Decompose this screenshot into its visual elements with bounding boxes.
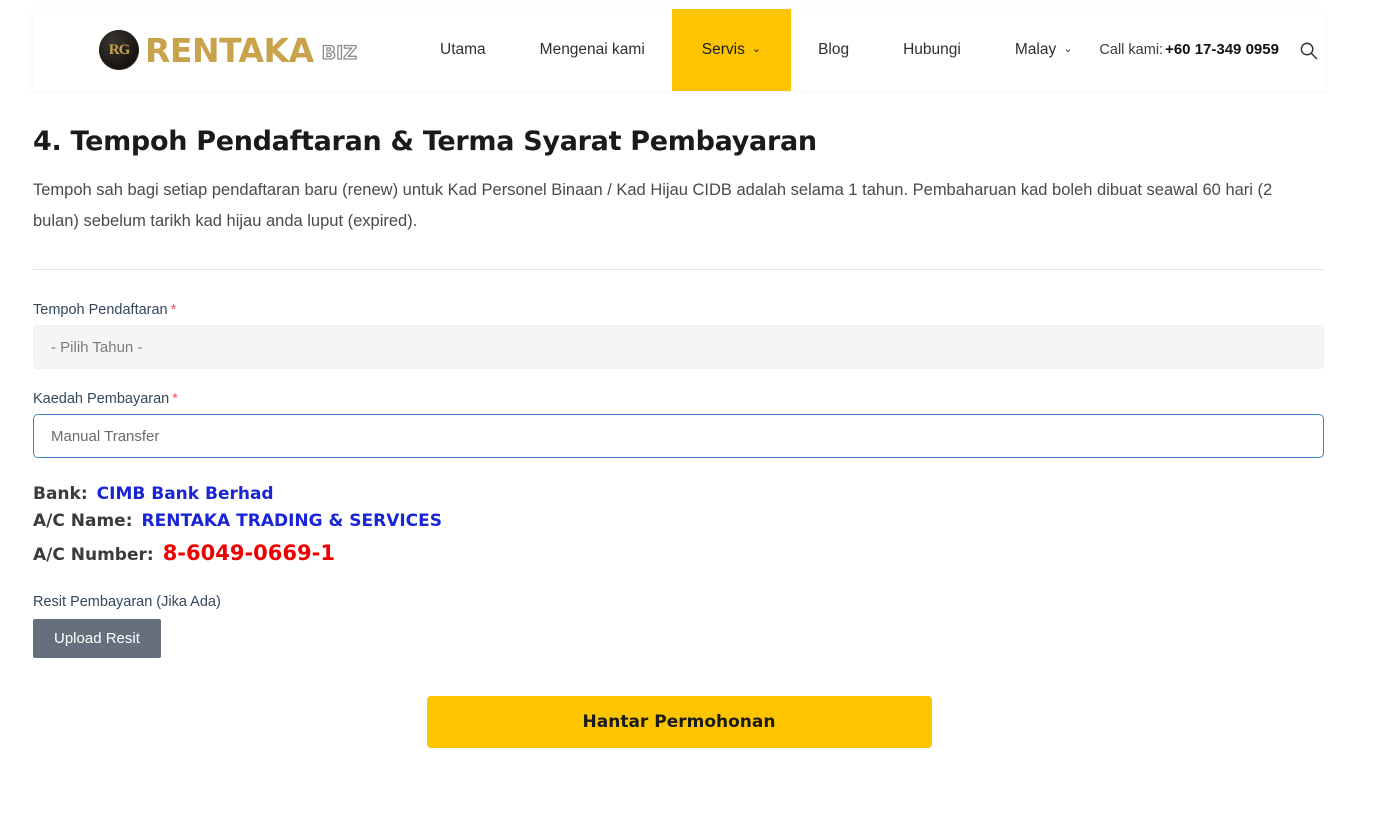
bank-value: RENTAKA TRADING & SERVICES xyxy=(141,511,443,532)
upload-section: Resit Pembayaran (Jika Ada) Upload Resit xyxy=(33,594,1325,659)
nav-item-utama[interactable]: Utama xyxy=(413,9,513,91)
bank-key: Bank: xyxy=(33,484,88,505)
chevron-down-icon: ⌄ xyxy=(751,42,762,55)
account-number-value: 8-6049-0669-1 xyxy=(162,541,335,566)
tempoh-selected-value: - Pilih Tahun - xyxy=(51,338,143,356)
nav-label: Blog xyxy=(818,41,850,58)
call-us-label: Call kami: xyxy=(1099,42,1164,58)
page-title: 4. Tempoh Pendaftaran & Terma Syarat Pem… xyxy=(33,126,817,157)
nav-label: Utama xyxy=(440,41,486,58)
registration-form: Tempoh Pendaftaran * - Pilih Tahun - Kaed… xyxy=(33,302,1325,749)
header-contact: Call kami: +60 17-349 0959 xyxy=(1099,41,1318,60)
nav-label: Mengenai kami xyxy=(539,41,645,58)
field-group-tempoh: Tempoh Pendaftaran * - Pilih Tahun - xyxy=(33,302,1325,370)
section-divider xyxy=(33,269,1324,271)
tempoh-label: Tempoh Pendaftaran * xyxy=(33,302,1325,318)
bank-details: Bank: CIMB Bank Berhad A/C Name: RENTAKA… xyxy=(33,484,1325,565)
bank-row-account-name: A/C Name: RENTAKA TRADING & SERVICES xyxy=(33,511,1325,531)
brand-name: RENTAKA xyxy=(145,30,314,70)
nav-item-language-malay[interactable]: Malay ⌄ xyxy=(988,9,1100,91)
nav-label: Hubungi xyxy=(903,41,961,58)
submit-section: Hantar Permohonan xyxy=(33,696,1325,749)
nav-item-mengenai-kami[interactable]: Mengenai kami xyxy=(513,9,672,91)
main-content: 4. Tempoh Pendaftaran & Terma Syarat Pem… xyxy=(33,125,1325,749)
logo-badge-icon: RG xyxy=(99,30,139,70)
nav-item-blog[interactable]: Blog xyxy=(791,9,876,91)
logo-monogram: RG xyxy=(108,41,130,58)
required-marker: * xyxy=(170,302,177,319)
page-root: RG RENTAKA BIZ Utama Mengenai kami Servi… xyxy=(0,0,1374,825)
brand-logo[interactable]: RG RENTAKA BIZ xyxy=(99,30,358,70)
phone-number[interactable]: +60 17-349 0959 xyxy=(1165,41,1279,58)
kaedah-value: Manual Transfer xyxy=(51,427,160,445)
submit-application-button[interactable]: Hantar Permohonan xyxy=(426,696,932,749)
kaedah-pembayaran-input[interactable]: Manual Transfer xyxy=(33,414,1324,459)
site-header: RG RENTAKA BIZ Utama Mengenai kami Servi… xyxy=(33,9,1325,91)
chevron-down-icon: ⌄ xyxy=(1063,42,1073,55)
tempoh-pendaftaran-select[interactable]: - Pilih Tahun - xyxy=(33,325,1324,370)
section-description: Tempoh sah bagi setiap pendaftaran baru … xyxy=(33,180,1273,231)
nav-item-hubungi[interactable]: Hubungi xyxy=(876,9,988,91)
search-icon[interactable] xyxy=(1299,41,1318,60)
brand-suffix: BIZ xyxy=(321,42,358,64)
field-group-kaedah: Kaedah Pembayaran * Manual Transfer xyxy=(33,391,1325,459)
nav-label: Malay xyxy=(1014,41,1057,58)
upload-label: Resit Pembayaran (Jika Ada) xyxy=(33,594,221,611)
kaedah-label: Kaedah Pembayaran * xyxy=(33,391,1325,407)
kaedah-label-text: Kaedah Pembayaran xyxy=(33,391,170,408)
tempoh-label-text: Tempoh Pendaftaran xyxy=(33,302,168,319)
bank-value: CIMB Bank Berhad xyxy=(96,484,274,505)
nav-item-servis[interactable]: Servis ⌄ xyxy=(671,9,792,91)
main-navigation: Utama Mengenai kami Servis ⌄ Blog Hubung… xyxy=(413,9,1099,91)
bank-key: A/C Name: xyxy=(33,511,133,532)
upload-resit-button[interactable]: Upload Resit xyxy=(33,619,161,659)
bank-row-bank: Bank: CIMB Bank Berhad xyxy=(33,484,1325,504)
nav-label: Servis xyxy=(701,41,745,58)
bank-key: A/C Number: xyxy=(33,545,154,566)
bank-row-account-number: A/C Number: 8-6049-0669-1 xyxy=(33,541,1325,565)
required-marker: * xyxy=(172,391,178,408)
call-us-block: Call kami: +60 17-349 0959 xyxy=(1099,41,1279,59)
